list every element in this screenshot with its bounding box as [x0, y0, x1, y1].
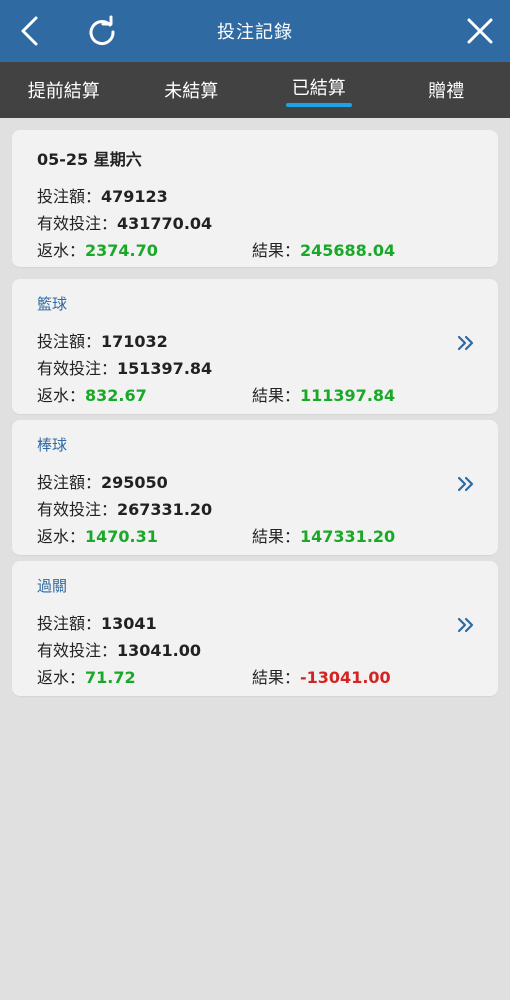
category-card-basketball[interactable]: 籃球 投注額：171032 有效投注：151397.84 返水：832.67 結… — [12, 279, 498, 414]
valid-bet-row: 有效投注：431770.04 — [37, 210, 473, 237]
result-label: 結果： — [252, 386, 301, 405]
header-bar: 投注記錄 — [0, 0, 510, 62]
result-value: -13041.00 — [300, 668, 391, 687]
rebate-label: 返水： — [37, 241, 86, 260]
bet-amount-label: 投注額： — [37, 332, 102, 351]
bet-amount-value: 171032 — [101, 332, 168, 351]
valid-bet-label: 有效投注： — [37, 641, 118, 660]
result-value: 147331.20 — [300, 527, 396, 546]
valid-bet-value: 267331.20 — [117, 500, 213, 519]
refresh-icon — [89, 15, 115, 46]
tab-settled[interactable]: 已結算 — [255, 62, 383, 118]
active-tab-indicator — [285, 103, 352, 107]
rebate-value: 2374.70 — [85, 241, 158, 260]
category-name: 棒球 — [37, 436, 68, 454]
bet-amount-value: 295050 — [101, 473, 168, 492]
bet-amount-label: 投注額： — [37, 473, 102, 492]
rebate-result-row: 返水：2374.70 結果：245688.04 — [37, 237, 473, 264]
valid-bet-row: 有效投注：267331.20 — [37, 496, 473, 523]
record-list: 05-25 星期六 投注額：479123 有效投注：431770.04 返水：2… — [12, 130, 498, 702]
rebate-result-row: 返水：1470.31 結果：147331.20 — [37, 523, 473, 550]
result-label: 結果： — [252, 241, 301, 260]
summary-date: 05-25 星期六 — [37, 150, 142, 169]
tab-early-settle[interactable]: 提前結算 — [0, 62, 128, 118]
valid-bet-label: 有效投注： — [37, 214, 118, 233]
tab-label: 贈禮 — [428, 81, 465, 102]
bet-amount-row: 投注額：13041 — [37, 610, 473, 637]
result-label: 結果： — [252, 668, 301, 687]
tab-label: 提前結算 — [27, 81, 100, 102]
category-card-baseball[interactable]: 棒球 投注額：295050 有效投注：267331.20 返水：1470.31 … — [12, 420, 498, 555]
tab-unsettled[interactable]: 未結算 — [128, 62, 256, 118]
result-value: 111397.84 — [300, 386, 396, 405]
valid-bet-value: 151397.84 — [117, 359, 213, 378]
category-card-parlay[interactable]: 過關 投注額：13041 有效投注：13041.00 返水：71.72 結果：-… — [12, 561, 498, 696]
bet-amount-label: 投注額： — [37, 187, 102, 206]
valid-bet-value: 431770.04 — [117, 214, 213, 233]
valid-bet-value: 13041.00 — [117, 641, 202, 660]
valid-bet-row: 有效投注：151397.84 — [37, 355, 473, 382]
back-button[interactable] — [0, 0, 60, 62]
bet-amount-row: 投注額：479123 — [37, 183, 473, 210]
rebate-label: 返水： — [37, 668, 86, 687]
page-title: 投注記錄 — [217, 22, 293, 43]
tab-gift[interactable]: 贈禮 — [383, 62, 510, 118]
bet-amount-value: 479123 — [101, 187, 168, 206]
tab-label: 已結算 — [291, 78, 346, 99]
rebate-value: 1470.31 — [85, 527, 158, 546]
rebate-value: 71.72 — [85, 668, 136, 687]
result-value: 245688.04 — [300, 241, 396, 260]
bet-amount-row: 投注額：171032 — [37, 328, 473, 355]
rebate-result-row: 返水：832.67 結果：111397.84 — [37, 382, 473, 409]
chevron-left-icon — [21, 16, 38, 46]
result-label: 結果： — [252, 527, 301, 546]
refresh-button[interactable] — [72, 0, 132, 62]
rebate-label: 返水： — [37, 527, 86, 546]
bet-amount-label: 投注額： — [37, 614, 102, 633]
double-chevron-right-icon[interactable] — [456, 333, 476, 353]
close-button[interactable] — [450, 0, 510, 62]
valid-bet-label: 有效投注： — [37, 359, 118, 378]
bet-amount-row: 投注額：295050 — [37, 469, 473, 496]
double-chevron-right-icon[interactable] — [456, 474, 476, 494]
rebate-result-row: 返水：71.72 結果：-13041.00 — [37, 664, 473, 691]
rebate-value: 832.67 — [85, 386, 147, 405]
tab-bar: 提前結算 未結算 已結算 贈禮 — [0, 62, 510, 118]
tab-label: 未結算 — [164, 81, 219, 102]
valid-bet-row: 有效投注：13041.00 — [37, 637, 473, 664]
double-chevron-right-icon[interactable] — [456, 615, 476, 635]
rebate-label: 返水： — [37, 386, 86, 405]
summary-card: 05-25 星期六 投注額：479123 有效投注：431770.04 返水：2… — [12, 130, 498, 267]
bet-amount-value: 13041 — [101, 614, 157, 633]
category-name: 過關 — [37, 577, 68, 595]
category-name: 籃球 — [37, 295, 68, 313]
valid-bet-label: 有效投注： — [37, 500, 118, 519]
close-icon — [467, 18, 493, 44]
